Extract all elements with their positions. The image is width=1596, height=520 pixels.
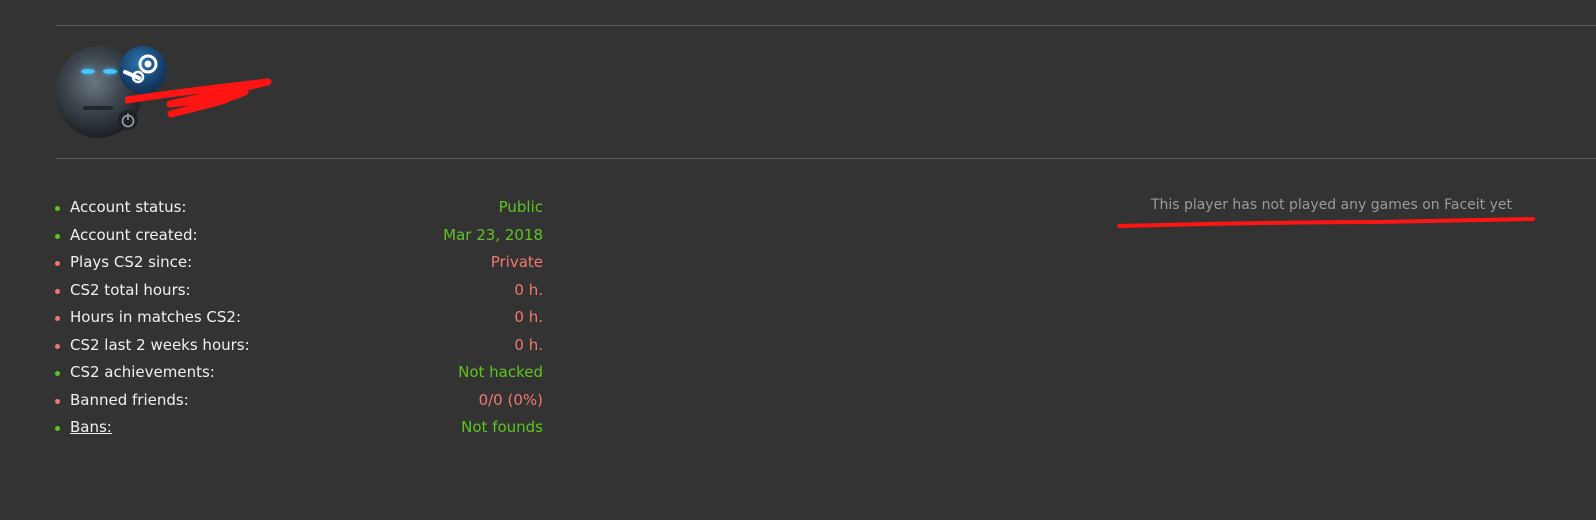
avatar-eye-right xyxy=(103,69,117,74)
stat-label: Account status: xyxy=(70,198,187,216)
stat-value: Public xyxy=(498,198,543,216)
stat-label: Banned friends: xyxy=(70,390,189,409)
status-bullet-icon xyxy=(55,261,60,266)
stat-row: Plays CS2 since: Private xyxy=(55,249,543,277)
profile-header xyxy=(55,44,285,144)
stat-row: CS2 total hours: 0 h. xyxy=(55,277,543,305)
stat-value: 0/0 (0%) xyxy=(478,390,543,409)
middle-divider xyxy=(55,158,1596,159)
avatar-eye-left xyxy=(81,69,95,74)
avatar-mouth xyxy=(83,106,113,110)
status-bullet-icon xyxy=(55,398,60,404)
account-stats-list: Account status: Public Account created: Mar… xyxy=(55,194,543,442)
stat-row: Account status: Public xyxy=(55,194,543,222)
stat-row: Banned friends: 0/0 (0%) xyxy=(55,387,543,415)
redaction-mark xyxy=(125,78,272,118)
status-bullet-icon xyxy=(55,426,60,431)
status-bullet-icon xyxy=(55,233,60,239)
stat-row: Bans: Not founds xyxy=(55,414,543,442)
stat-label: Plays CS2 since: xyxy=(70,253,193,271)
stat-value: 0 h. xyxy=(514,308,543,326)
stat-value: 0 h. xyxy=(514,335,543,354)
status-bullet-icon xyxy=(55,288,60,294)
stat-label: CS2 last 2 weeks hours: xyxy=(70,335,250,354)
stat-label: Hours in matches CS2: xyxy=(70,308,241,326)
stat-value: Not founds xyxy=(461,418,543,436)
top-divider xyxy=(55,25,1596,26)
status-bullet-icon xyxy=(55,371,60,376)
status-bullet-icon xyxy=(55,343,60,349)
stat-value: Private xyxy=(490,253,543,271)
stat-value: Mar 23, 2018 xyxy=(443,225,543,244)
stat-row: Account created: Mar 23, 2018 xyxy=(55,222,543,250)
stat-row: Hours in matches CS2: 0 h. xyxy=(55,304,543,332)
annotation-underline xyxy=(1117,217,1535,228)
stat-label: CS2 total hours: xyxy=(70,280,191,299)
stat-row: CS2 last 2 weeks hours: 0 h. xyxy=(55,332,543,360)
bans-link[interactable]: Bans: xyxy=(70,414,112,441)
stat-row: CS2 achievements: Not hacked xyxy=(55,359,543,387)
status-bullet-icon xyxy=(55,316,60,321)
stat-value: 0 h. xyxy=(514,280,543,299)
stat-value: Not hacked xyxy=(458,363,543,381)
stat-label: CS2 achievements: xyxy=(70,363,215,381)
status-bullet-icon xyxy=(55,206,60,211)
stat-label: Account created: xyxy=(70,225,198,244)
